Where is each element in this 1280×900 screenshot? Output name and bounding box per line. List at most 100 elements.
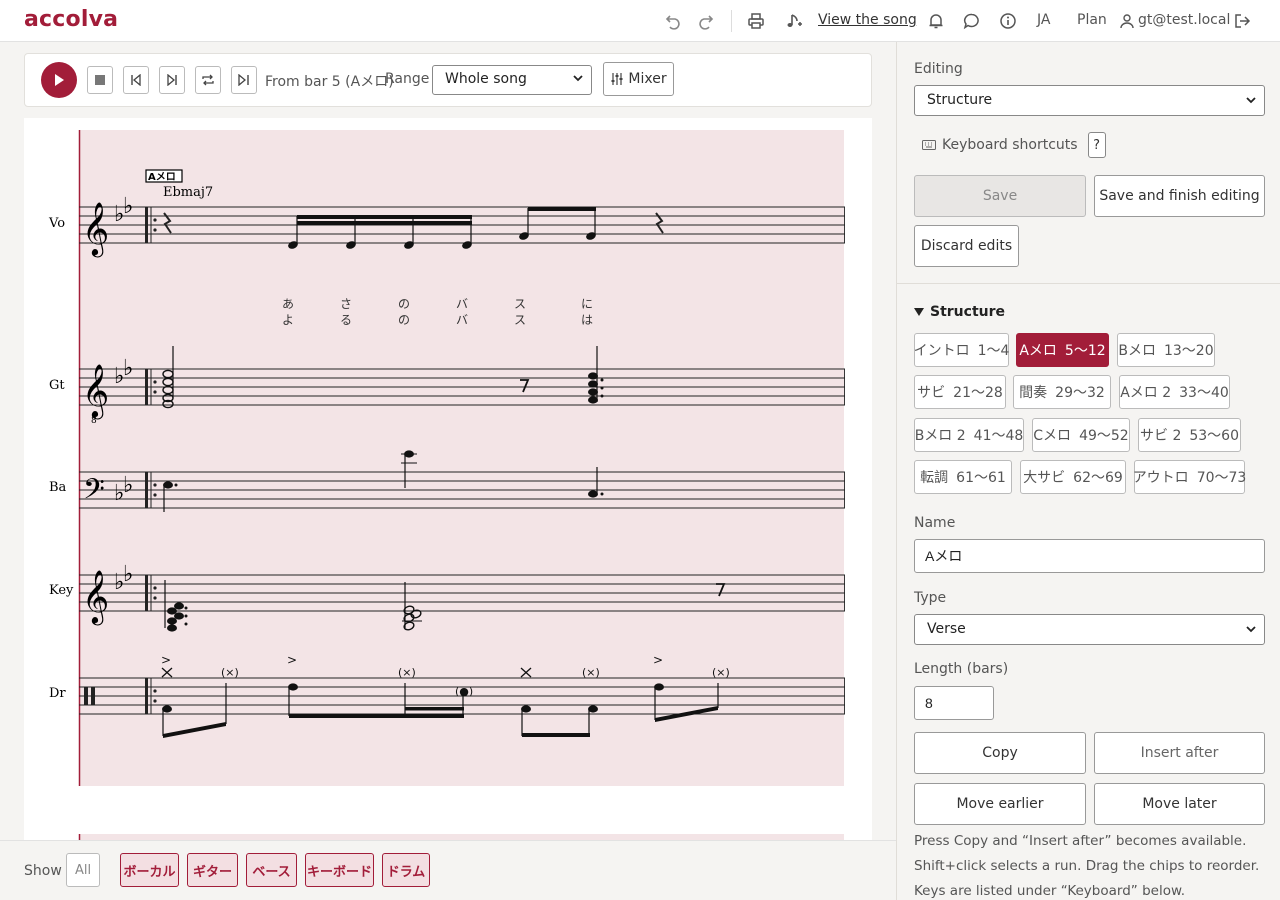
svg-text:(×): (×) <box>398 666 416 679</box>
editing-mode-select[interactable]: Structure <box>914 85 1265 116</box>
view-song-link[interactable]: View the song <box>818 12 917 28</box>
save-finish-button[interactable]: Save and finish editing <box>1094 175 1265 217</box>
section-chip-name: Bメロ <box>1118 343 1156 359</box>
app-logo[interactable]: accolva <box>24 7 118 32</box>
move-earlier-button[interactable]: Move earlier <box>914 783 1086 825</box>
section-chip[interactable]: 間奏 29〜32 <box>1013 375 1111 409</box>
shortcuts-help-button[interactable]: ? <box>1087 132 1106 158</box>
section-chip[interactable]: イントロ 1〜4 <box>914 333 1009 367</box>
plan-link[interactable]: Plan <box>1077 12 1107 28</box>
section-type-select[interactable]: Verse <box>914 614 1265 645</box>
chevron-down-icon <box>571 71 585 89</box>
undo-icon[interactable] <box>663 10 685 32</box>
bell-icon[interactable] <box>925 10 947 32</box>
svg-text:の: の <box>398 297 410 311</box>
move-later-button[interactable]: Move later <box>1094 783 1265 825</box>
language-switch[interactable]: JA <box>1037 12 1050 28</box>
section-chip[interactable]: Cメロ 49〜52 <box>1032 418 1130 452</box>
mixer-button[interactable]: Mixer <box>603 62 674 96</box>
play-button[interactable] <box>41 62 77 98</box>
svg-text:>: > <box>287 653 297 667</box>
part-label-gt: Gt <box>49 378 65 393</box>
section-chip-name: Aメロ <box>1019 343 1057 359</box>
part-toggle-guitar[interactable]: ギター <box>187 853 238 887</box>
range-label: Range <box>385 71 430 87</box>
keyboard-shortcuts-label: Keyboard shortcuts <box>942 137 1078 153</box>
section-chip-range: 53〜60 <box>1189 428 1239 444</box>
jump-to-end-button[interactable] <box>231 66 257 94</box>
comment-icon[interactable] <box>961 10 983 32</box>
treble-clef-icon: 𝄞 <box>82 201 109 257</box>
section-chip[interactable]: Aメロ 2 33〜40 <box>1119 375 1230 409</box>
next-bar-button[interactable] <box>159 66 185 94</box>
section-chip[interactable]: サビ 21〜28 <box>914 375 1006 409</box>
svg-text:の: の <box>398 313 410 327</box>
section-marker[interactable]: Aメロ <box>145 169 183 183</box>
svg-text:>: > <box>653 653 663 667</box>
loop-icon <box>202 74 214 86</box>
section-chip[interactable]: 転調 61〜61 <box>914 460 1012 494</box>
section-chip[interactable]: Bメロ 13〜20 <box>1117 333 1215 367</box>
music-note-icon[interactable] <box>784 10 806 32</box>
section-chip-name: サビ 2 <box>1140 428 1182 444</box>
section-chip[interactable]: アウトロ 70〜73 <box>1133 460 1246 494</box>
part-toggle-vocal[interactable]: ボーカル <box>120 853 179 887</box>
logout-icon[interactable] <box>1231 10 1253 32</box>
save-button[interactable]: Save <box>914 175 1086 217</box>
skip-forward-icon <box>167 74 177 86</box>
user-icon <box>1116 10 1138 32</box>
toolbar-separator <box>731 10 732 32</box>
copy-section-button[interactable]: Copy <box>914 732 1086 774</box>
section-chip[interactable]: Bメロ 2 41〜48 <box>914 418 1024 452</box>
type-label: Type <box>914 590 947 606</box>
discard-edits-button[interactable]: Discard edits <box>914 225 1019 267</box>
print-icon[interactable] <box>745 10 767 32</box>
section-chip-range: 62〜69 <box>1073 470 1123 486</box>
playback-position: From bar 5 (Aメロ) <box>265 74 394 90</box>
range-select-value: Whole song <box>445 71 527 87</box>
chevron-down-icon <box>1244 93 1258 111</box>
chord-symbol[interactable]: Ebmaj7 <box>163 185 213 200</box>
svg-text:ス: ス <box>514 313 526 327</box>
part-filter-bar: Show All ボーカル ギター ベース キーボード ドラム <box>0 840 896 900</box>
section-chip-name: Bメロ 2 <box>914 428 966 444</box>
editor-panel: Editing Structure Keyboard shortcuts ? S… <box>896 42 1280 900</box>
previous-bar-button[interactable] <box>123 66 149 94</box>
svg-text:ス: ス <box>514 297 526 311</box>
part-toggle-bass[interactable]: ベース <box>246 853 297 887</box>
treble-clef-8vb-icon: 𝄞 <box>82 363 109 419</box>
section-chip[interactable]: Aメロ 5〜12 <box>1016 333 1109 367</box>
user-email[interactable]: gt@test.local <box>1138 12 1230 28</box>
section-chip-name: 大サビ <box>1023 470 1066 486</box>
svg-text:(×): (×) <box>582 666 600 679</box>
svg-text:は: は <box>581 313 593 327</box>
section-chip-name: 転調 <box>920 470 949 486</box>
section-chip-range: 33〜40 <box>1179 385 1229 401</box>
sliders-icon <box>611 73 623 85</box>
info-icon[interactable] <box>997 10 1019 32</box>
section-chip-name: Aメロ 2 <box>1120 385 1172 401</box>
section-name-input[interactable] <box>914 539 1265 573</box>
section-chip-range: 41〜48 <box>973 428 1024 444</box>
keyboard-shortcuts-row: Keyboard shortcuts ? <box>922 132 1106 158</box>
section-chip[interactable]: 大サビ 62〜69 <box>1020 460 1126 494</box>
loop-button[interactable] <box>195 66 221 94</box>
range-select[interactable]: Whole song <box>432 65 592 95</box>
redo-icon[interactable] <box>694 10 716 32</box>
part-toggle-keyboard[interactable]: キーボード <box>305 853 374 887</box>
section-chip-range: 61〜61 <box>956 470 1006 486</box>
length-label: Length (bars) <box>914 661 1009 677</box>
transport-bar: From bar 5 (Aメロ) Range Whole song Mixer <box>24 53 872 107</box>
part-toggle-drums[interactable]: ドラム <box>382 853 430 887</box>
show-all-button[interactable]: All <box>66 853 100 887</box>
section-length-input[interactable] <box>914 686 994 720</box>
section-chip-range: 49〜52 <box>1079 428 1129 444</box>
stop-button[interactable] <box>87 66 113 94</box>
section-chip[interactable]: サビ 2 53〜60 <box>1138 418 1241 452</box>
insert-after-button[interactable]: Insert after <box>1094 732 1265 774</box>
structure-toggle[interactable]: Structure <box>914 304 1005 320</box>
svg-text:♭: ♭ <box>123 473 133 498</box>
svg-text:>: > <box>161 653 171 667</box>
score-canvas[interactable]: Aメロ Ebmaj7 Vo Gt Ba Key Dr 𝄞 𝄞 8 𝄢 𝄞 ♭ ♭… <box>24 118 872 848</box>
svg-text:よ: よ <box>282 313 294 327</box>
